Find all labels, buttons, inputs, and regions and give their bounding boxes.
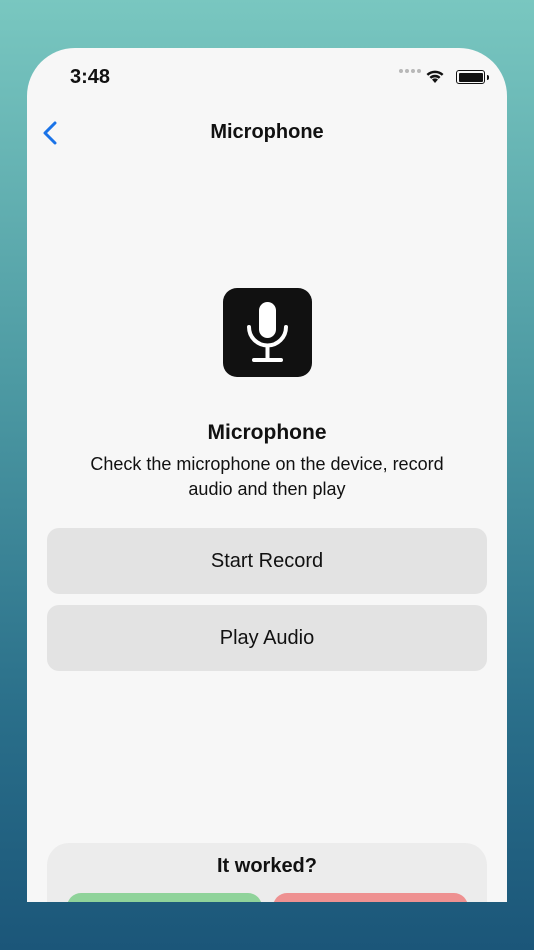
start-record-button[interactable]: Start Record (47, 528, 487, 594)
microphone-tile (223, 288, 312, 377)
battery-icon (456, 70, 489, 84)
play-audio-button[interactable]: Play Audio (47, 605, 487, 671)
feedback-card: It worked? (47, 843, 487, 902)
feature-title: Microphone (207, 421, 327, 444)
feature-description: Check the microphone on the device, reco… (90, 454, 444, 499)
cellular-signal-icon (399, 60, 423, 73)
nav-title: Microphone (210, 121, 324, 143)
status-time: 3:48 (70, 66, 111, 88)
phone-screen: 3:48 Microphone Microphone Check the mic… (27, 48, 507, 902)
worked-no-button[interactable] (273, 893, 468, 902)
microphone-icon (247, 302, 288, 362)
feedback-question: It worked? (216, 855, 317, 877)
worked-yes-button[interactable] (67, 893, 262, 902)
wifi-icon (426, 70, 444, 83)
